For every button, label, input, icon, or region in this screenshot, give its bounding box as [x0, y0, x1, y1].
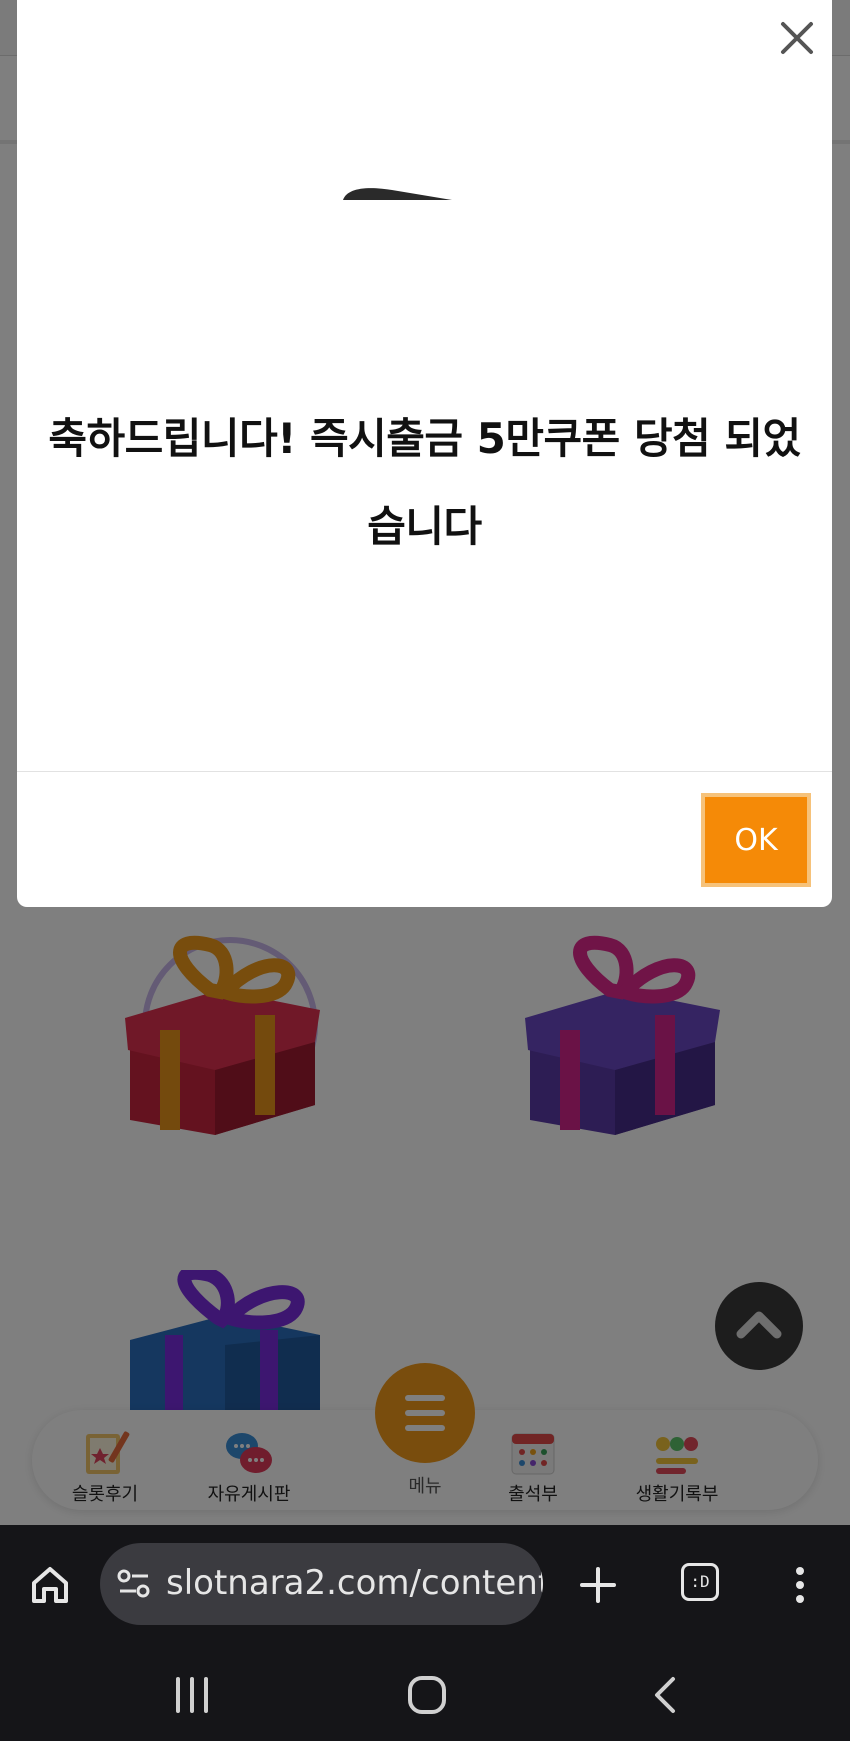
congratulations-message: 축하드립니다! 즉시출금 5만쿠폰 당첨 되었 습니다 [27, 395, 822, 571]
site-settings-icon[interactable] [116, 1567, 152, 1601]
more-options-icon[interactable] [778, 1563, 822, 1607]
home-nav-icon[interactable] [405, 1673, 449, 1717]
tab-switcher-label: :D [690, 1572, 710, 1591]
tab-switcher-button[interactable]: :D [681, 1563, 719, 1601]
back-nav-icon[interactable] [645, 1675, 689, 1715]
ok-button[interactable]: OK [705, 797, 807, 883]
popup-dialog: 축하드립니다! 즉시출금 5만쿠폰 당첨 되었 습니다 OK [17, 0, 832, 907]
close-button[interactable] [775, 16, 819, 60]
new-tab-plus-icon[interactable] [576, 1563, 620, 1607]
loading-spinner-icon [343, 188, 452, 200]
home-icon[interactable] [28, 1563, 72, 1607]
message-line-2: 습니다 [367, 502, 482, 551]
modal-footer-divider [17, 771, 832, 772]
browser-toolbar: slotnara2.com/content :D [0, 1525, 850, 1741]
address-bar[interactable]: slotnara2.com/content [100, 1543, 543, 1625]
url-text: slotnara2.com/content [166, 1563, 543, 1603]
message-line-1: 축하드립니다! 즉시출금 5만쿠폰 당첨 되었 [48, 414, 801, 463]
close-icon [781, 22, 813, 54]
recent-apps-icon[interactable] [170, 1675, 214, 1715]
